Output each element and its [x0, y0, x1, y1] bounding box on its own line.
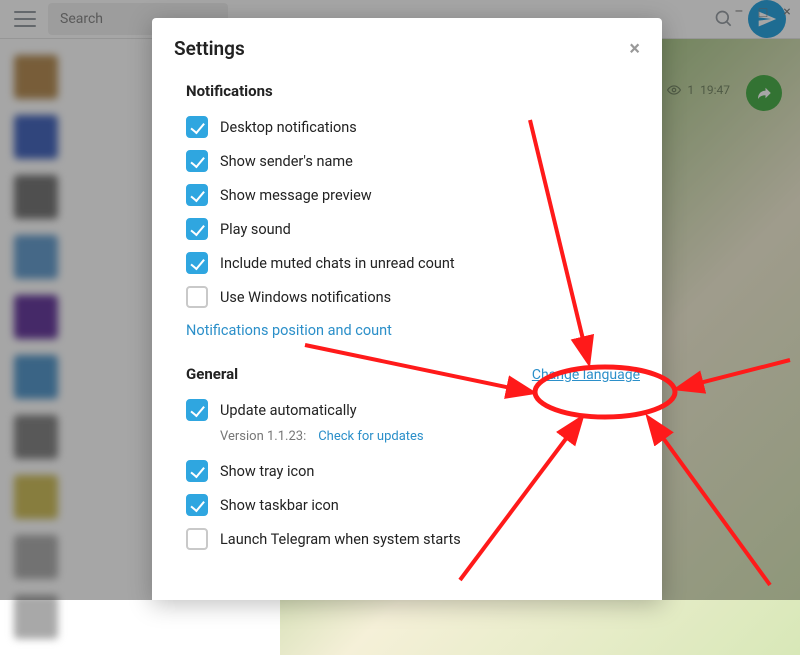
- checkbox[interactable]: [186, 399, 208, 421]
- setting-row: Show message preview: [186, 178, 640, 212]
- section-title-notifications: Notifications: [186, 82, 640, 100]
- setting-label: Desktop notifications: [220, 119, 357, 136]
- change-language-link[interactable]: Change language: [532, 367, 640, 383]
- setting-label: Use Windows notifications: [220, 289, 391, 306]
- setting-label: Update automatically: [220, 402, 357, 419]
- checkbox[interactable]: [186, 184, 208, 206]
- setting-row: Show sender's name: [186, 144, 640, 178]
- checkbox[interactable]: [186, 494, 208, 516]
- setting-label: Play sound: [220, 221, 291, 238]
- checkbox[interactable]: [186, 460, 208, 482]
- checkbox[interactable]: [186, 252, 208, 274]
- setting-label: Show tray icon: [220, 463, 314, 480]
- checkbox[interactable]: [186, 150, 208, 172]
- setting-row: Include muted chats in unread count: [186, 246, 640, 280]
- notifications-position-link[interactable]: Notifications position and count: [186, 314, 640, 345]
- checkbox[interactable]: [186, 528, 208, 550]
- setting-label: Show taskbar icon: [220, 497, 339, 514]
- setting-label: Show sender's name: [220, 153, 353, 170]
- setting-row: Show taskbar icon: [186, 488, 640, 522]
- check-updates-link[interactable]: Check for updates: [318, 429, 423, 444]
- setting-row: Launch Telegram when system starts: [186, 522, 640, 556]
- setting-row: Play sound: [186, 212, 640, 246]
- setting-row: Update automatically: [186, 393, 640, 427]
- checkbox[interactable]: [186, 116, 208, 138]
- close-icon[interactable]: ×: [629, 36, 640, 60]
- setting-label: Launch Telegram when system starts: [220, 531, 461, 548]
- setting-row: Show tray icon: [186, 454, 640, 488]
- setting-label: Include muted chats in unread count: [220, 255, 455, 272]
- setting-row: Desktop notifications: [186, 110, 640, 144]
- setting-label: Show message preview: [220, 187, 372, 204]
- version-info: Version 1.1.23: Check for updates: [186, 423, 640, 450]
- settings-modal: Settings × Notifications Desktop notific…: [152, 18, 662, 600]
- window-minimize-icon[interactable]: –: [732, 4, 746, 21]
- avatar: [14, 595, 58, 639]
- checkbox[interactable]: [186, 218, 208, 240]
- checkbox[interactable]: [186, 286, 208, 308]
- section-title-general: General: [186, 365, 238, 383]
- window-maximize-icon[interactable]: □: [756, 4, 770, 21]
- modal-title: Settings: [174, 37, 245, 60]
- window-close-icon[interactable]: ×: [780, 4, 794, 21]
- setting-row: Use Windows notifications: [186, 280, 640, 314]
